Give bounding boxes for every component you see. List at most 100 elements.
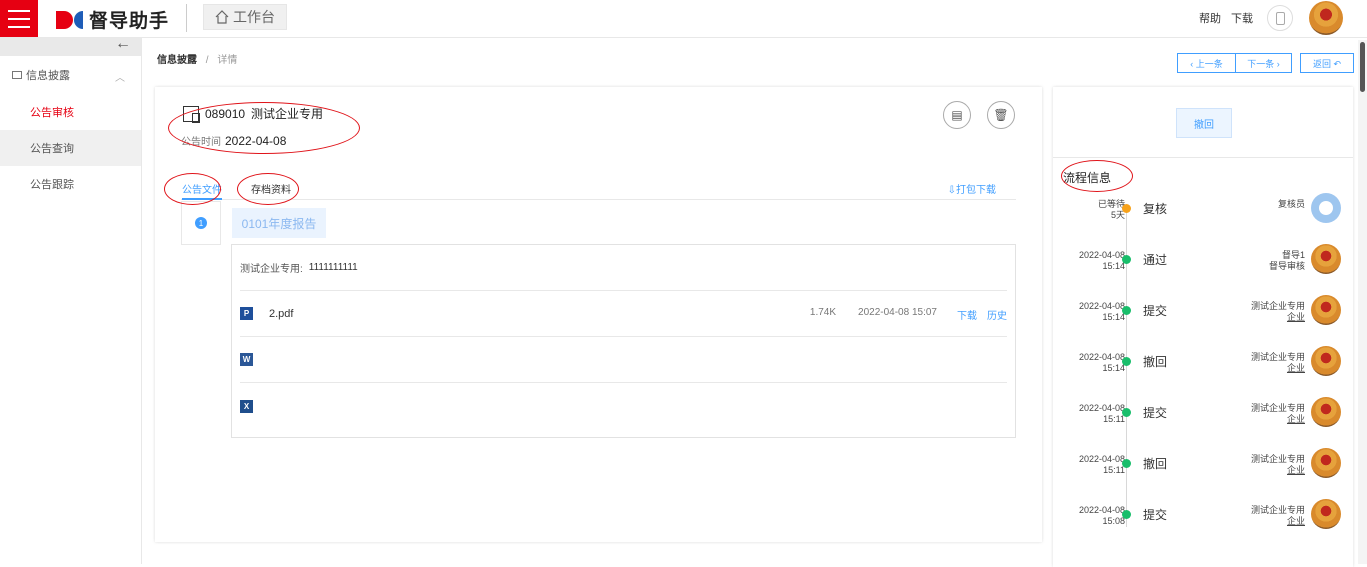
flow-role: 企业 [1286, 414, 1305, 424]
sidebar-item-announcement-review[interactable]: 公告审核 [0, 94, 141, 130]
flow-time-date: 2022-04-08 [1078, 403, 1125, 413]
flow-user: 督导1 [1281, 250, 1305, 260]
flow-action: 撤回 [1143, 355, 1168, 369]
flow-time-date: 2022-04-08 [1078, 505, 1125, 515]
arrow-left-icon[interactable]: ← [115, 35, 131, 53]
flow-item: 2022-04-08 15:14 撤回 测试企业专用 企业 [1053, 346, 1353, 394]
user-avatar [1311, 346, 1341, 376]
company-line-label: 测试企业专用: [240, 264, 303, 275]
workbench-button[interactable]: 工作台 [203, 4, 287, 30]
flow-item: 已等待 5天 复核 复核员 [1053, 193, 1353, 241]
file-size: 1.74K [809, 307, 837, 318]
sidebar: ← 信息披露 ︿ 公告审核 公告查询 公告跟踪 [0, 35, 142, 564]
flow-time-clock: 15:11 [1103, 465, 1125, 475]
company-line-value: 1111111111 [308, 262, 358, 273]
flow-time-date: 2022-04-08 [1078, 301, 1125, 311]
flow-time-date: 2022-04-08 [1078, 250, 1125, 260]
word-file-icon: W [240, 353, 253, 366]
hamburger-menu-icon[interactable] [0, 0, 38, 37]
mobile-icon[interactable] [1267, 5, 1293, 31]
flow-time-clock: 15:14 [1102, 363, 1125, 373]
header-divider [186, 4, 187, 32]
done-dot-icon [1122, 408, 1131, 417]
flow-role: 企业 [1286, 363, 1305, 373]
flow-item: 2022-04-08 15:14 通过 督导1 督导审核 [1053, 244, 1353, 292]
flow-item: 2022-04-08 15:11 提交 测试企业专用 企业 [1053, 397, 1353, 445]
done-dot-icon [1122, 510, 1131, 519]
flow-item: 2022-04-08 15:08 提交 测试企业专用 企业 [1053, 499, 1353, 547]
waiting-dot-icon [1122, 204, 1131, 213]
sidebar-group-info-disclosure[interactable]: 信息披露 ︿ [0, 56, 141, 94]
next-button[interactable]: 下一条 › [1235, 53, 1292, 73]
document-icon[interactable]: ▤ [943, 101, 971, 129]
breadcrumb-current: 详情 [217, 55, 238, 66]
breadcrumb-parent[interactable]: 信息披露 [157, 55, 197, 66]
trash-icon[interactable]: 🗑 [987, 101, 1015, 129]
app-logo[interactable]: 督导助手 [55, 6, 169, 33]
sidebar-item-announcement-tracking[interactable]: 公告跟踪 [0, 166, 141, 202]
withdraw-button[interactable]: 撤回 [1176, 108, 1232, 138]
panel-divider [1053, 157, 1353, 158]
flow-role: 企业 [1286, 516, 1305, 526]
annotation-ellipse [168, 102, 360, 154]
flow-action: 提交 [1143, 406, 1168, 420]
sidebar-item-announcement-query[interactable]: 公告查询 [0, 130, 141, 166]
flow-panel: 撤回 流程信息 已等待 5天 复核 复核员 2022-04-08 15:14 通过 … [1053, 87, 1353, 567]
done-dot-icon [1122, 255, 1131, 264]
annotation-ellipse [1061, 160, 1133, 192]
done-dot-icon [1122, 459, 1131, 468]
detail-card: 089010 测试企业专用 公告时间 2022-04-08 ▤ 🗑 公告文件 存档… [155, 87, 1042, 542]
scrollbar-thumb[interactable] [1360, 42, 1365, 92]
annotation-ellipse [237, 173, 299, 205]
flow-action: 通过 [1143, 253, 1168, 267]
default-avatar-icon [1311, 193, 1341, 223]
user-avatar [1311, 397, 1341, 427]
flow-user: 测试企业专用 [1250, 505, 1305, 515]
company-line: 测试企业专用: 1111111111 [240, 245, 1007, 291]
pdf-file-icon: P [240, 307, 253, 320]
download-link[interactable]: 下载 [1231, 10, 1253, 26]
file-time: 2022-04-08 15:07 [858, 307, 937, 318]
flow-item: 2022-04-08 15:11 撤回 测试企业专用 企业 [1053, 448, 1353, 496]
flow-user: 测试企业专用 [1250, 403, 1305, 413]
file-row: W [240, 337, 1007, 383]
flow-user: 测试企业专用 [1250, 301, 1305, 311]
flow-time-clock: 5天 [1110, 210, 1125, 220]
back-button[interactable]: 返回 ↶ [1300, 53, 1354, 73]
scrollbar-track[interactable] [1358, 40, 1367, 564]
file-history-link[interactable]: 历史 [987, 307, 1007, 322]
user-avatar [1311, 295, 1341, 325]
user-avatar [1311, 244, 1341, 274]
annotation-ellipse [164, 173, 221, 205]
file-list: 测试企业专用: 1111111111 P 2.pdf 1.74K 2022-04… [231, 244, 1016, 438]
sidebar-collapse-bar[interactable]: ← [0, 35, 141, 56]
excel-file-icon: X [240, 399, 253, 413]
report-name-tag[interactable]: 0101年度报告 [232, 208, 326, 238]
file-download-link[interactable]: 下载 [957, 307, 977, 322]
flow-action: 提交 [1143, 304, 1168, 318]
prev-button[interactable]: ‹ 上一条 [1177, 53, 1236, 73]
chevron-up-icon: ︿ [115, 73, 125, 84]
flow-role: 企业 [1286, 312, 1305, 322]
flow-user: 测试企业专用 [1250, 454, 1305, 464]
flow-time-clock: 15:14 [1102, 312, 1125, 322]
done-dot-icon [1122, 357, 1131, 366]
flow-user: 复核员 [1277, 199, 1305, 209]
user-avatar [1311, 499, 1341, 529]
file-row: X [240, 383, 1007, 429]
flow-time-date: 已等待 [1097, 199, 1125, 209]
breadcrumb-separator: / [205, 55, 209, 66]
flow-time-clock: 15:11 [1103, 414, 1125, 424]
app-name: 督导助手 [89, 11, 170, 32]
doc-index-badge: 1 [195, 217, 207, 229]
help-link[interactable]: 帮助 [1199, 10, 1221, 26]
flow-action: 提交 [1143, 508, 1168, 522]
flow-time-date: 2022-04-08 [1078, 352, 1125, 362]
package-download-link[interactable]: ⇩打包下载 [948, 181, 996, 196]
done-dot-icon [1122, 306, 1131, 315]
doc-index-box[interactable]: 1 [181, 201, 221, 245]
user-avatar[interactable] [1309, 1, 1343, 35]
home-icon [215, 10, 229, 24]
flow-time-clock: 15:14 [1102, 261, 1125, 271]
flow-time-clock: 15:08 [1102, 516, 1125, 526]
